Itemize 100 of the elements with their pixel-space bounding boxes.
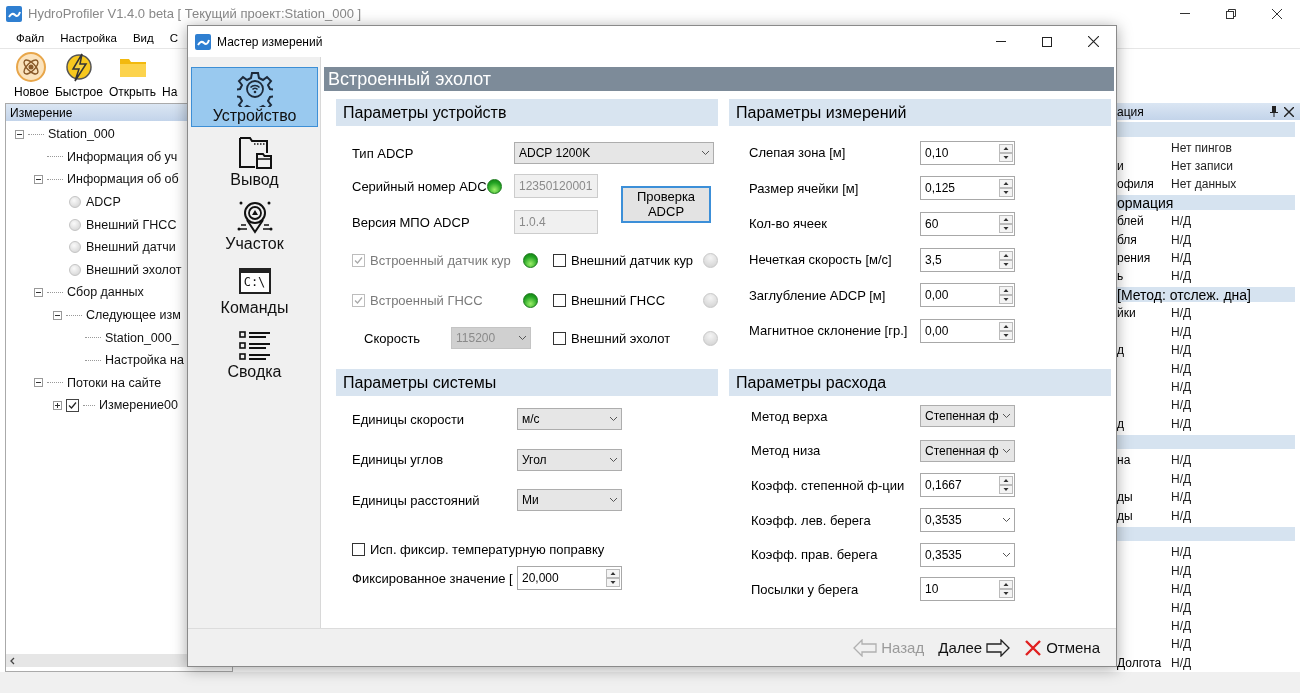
icon-text: C:\	[243, 276, 266, 288]
field-label: Фиксированное значение [	[352, 570, 513, 586]
field-label: Тип ADCP	[352, 145, 414, 161]
checkbox[interactable]	[553, 293, 566, 307]
checkbox[interactable]	[352, 543, 365, 556]
number-field[interactable]: 20,000	[517, 566, 622, 590]
dropdown[interactable]: ADCP 1200K	[514, 142, 714, 164]
spin-arrows-icon[interactable]	[606, 569, 620, 587]
spin-arrows-icon[interactable]	[999, 179, 1013, 198]
spin-arrows-icon[interactable]	[999, 476, 1013, 495]
number-field[interactable]: 0,10	[920, 140, 1015, 165]
menu-item[interactable]: Вид	[124, 31, 162, 44]
dropdown[interactable]: Угол	[517, 448, 622, 471]
collapse-icon[interactable]	[34, 175, 43, 184]
next-button[interactable]: Далее	[936, 638, 1013, 657]
property-value: Н/Д	[1171, 563, 1192, 578]
status-circle-icon	[69, 218, 81, 231]
menu-item[interactable]: Файл	[8, 31, 53, 44]
spin-arrows-icon[interactable]	[999, 580, 1013, 599]
cancel-button[interactable]: Отмена	[1022, 638, 1102, 657]
collapse-icon[interactable]	[34, 378, 43, 388]
tree-item[interactable]: Настройка на	[105, 353, 184, 368]
toolbar-label[interactable]: Открыть	[108, 85, 157, 99]
close-icon[interactable]	[1284, 106, 1294, 117]
number-field[interactable]: 0,125	[920, 176, 1015, 201]
chevron-icon	[518, 335, 527, 341]
property-label: офиля	[1117, 177, 1154, 192]
maximize-icon[interactable]	[1042, 36, 1052, 47]
section-title: Параметры расхода	[736, 373, 887, 392]
section-title: ормация	[1117, 194, 1174, 211]
checkbox-label: Встроенный датчик кур	[370, 252, 511, 268]
toolbar-label[interactable]: Быстрое	[54, 85, 103, 99]
tree-item[interactable]: Измерение00	[99, 398, 178, 413]
tree-item[interactable]: Внешний ГНСС	[86, 217, 177, 232]
tree-item[interactable]: Внешний датчи	[86, 240, 176, 255]
spin-arrows-icon[interactable]	[999, 143, 1013, 162]
tree-item[interactable]: Следующее изм	[86, 308, 181, 323]
number-field[interactable]: 0,00	[920, 318, 1015, 343]
expand-icon[interactable]	[53, 400, 62, 410]
number-field[interactable]: 0,00	[920, 283, 1015, 308]
section-title: Параметры устройств	[343, 103, 507, 122]
close-icon[interactable]	[1087, 36, 1099, 47]
nav-tab[interactable]: Устройство	[191, 67, 318, 127]
checkbox-label: Исп. фиксир. температурную поправку	[370, 542, 605, 557]
dialog-title: Мастер измерений	[217, 34, 323, 49]
menu-item[interactable]: С	[161, 31, 187, 44]
nav-tab[interactable]: Вывод	[191, 131, 318, 191]
tree-item[interactable]: ADCP	[86, 195, 121, 210]
number-field[interactable]: 3,5	[920, 247, 1015, 272]
nav-tab[interactable]: Сводка	[191, 323, 318, 383]
property-value: Н/Д	[1171, 471, 1192, 486]
number-field[interactable]: 60	[920, 212, 1015, 236]
chevron-icon	[1002, 517, 1011, 524]
field-label: Нечеткая скорость [м/с]	[749, 252, 892, 268]
checkbox[interactable]	[553, 331, 566, 345]
tree-item[interactable]: Информация об об	[67, 172, 179, 187]
tree-item[interactable]: Потоки на сайте	[67, 375, 162, 390]
collapse-icon[interactable]	[53, 310, 62, 320]
dropdown[interactable]: Степенная ф	[920, 439, 1015, 462]
collapse-icon[interactable]	[15, 129, 24, 139]
chevron-icon	[609, 497, 618, 504]
property-value: Н/Д	[1171, 453, 1192, 468]
nav-tab[interactable]: C:\ Команды	[191, 259, 318, 319]
collapse-icon[interactable]	[34, 287, 43, 297]
tree-item[interactable]: Внешний эхолот	[86, 262, 182, 277]
spin-arrows-icon[interactable]	[999, 250, 1013, 269]
pin-icon[interactable]	[1270, 106, 1278, 117]
spin-arrows-icon[interactable]	[999, 286, 1013, 305]
spin-arrows-icon[interactable]	[999, 215, 1013, 233]
spin-arrows-icon[interactable]	[999, 321, 1013, 340]
dropdown[interactable]: Степенная ф	[920, 405, 1015, 428]
tree-item[interactable]: Информация об уч	[67, 149, 178, 164]
chevron-icon	[1002, 447, 1011, 454]
tree-item[interactable]: Сбор данных	[67, 285, 144, 300]
property-label: бля	[1117, 232, 1137, 247]
tree-item[interactable]: Station_000	[48, 127, 115, 142]
tree-item[interactable]: Station_000_	[105, 330, 179, 345]
restore-icon[interactable]	[1226, 8, 1236, 19]
combo-box[interactable]: 0,3535	[920, 508, 1015, 533]
number-field[interactable]: 0,1667	[920, 473, 1015, 498]
menu-item[interactable]: Настройка	[52, 31, 125, 44]
checkbox[interactable]	[66, 398, 79, 412]
nav-tab[interactable]: Участок	[191, 195, 318, 255]
field-label: Коэфф. прав. берега	[751, 547, 878, 563]
dropdown[interactable]: Ми	[517, 489, 622, 512]
toolbar-label[interactable]: На	[162, 85, 178, 99]
field-label: Коэфф. степенной ф-ции	[751, 478, 905, 493]
property-label: Долгота	[1117, 655, 1162, 670]
checkbox[interactable]	[553, 253, 566, 267]
property-label: рения	[1117, 251, 1151, 266]
number-field[interactable]: 10	[920, 577, 1015, 602]
panel-title: ация	[1117, 104, 1145, 119]
property-value: Н/Д	[1171, 269, 1192, 284]
close-icon[interactable]	[1272, 8, 1282, 19]
dropdown[interactable]: м/с	[517, 408, 622, 431]
property-value: Н/Д	[1171, 361, 1192, 376]
property-value: Н/Д	[1171, 582, 1192, 597]
combo-box[interactable]: 0,3535	[920, 542, 1015, 567]
toolbar-label[interactable]: Новое	[14, 85, 49, 99]
check-adcp-button[interactable]: Проверка ADCP	[621, 185, 711, 223]
